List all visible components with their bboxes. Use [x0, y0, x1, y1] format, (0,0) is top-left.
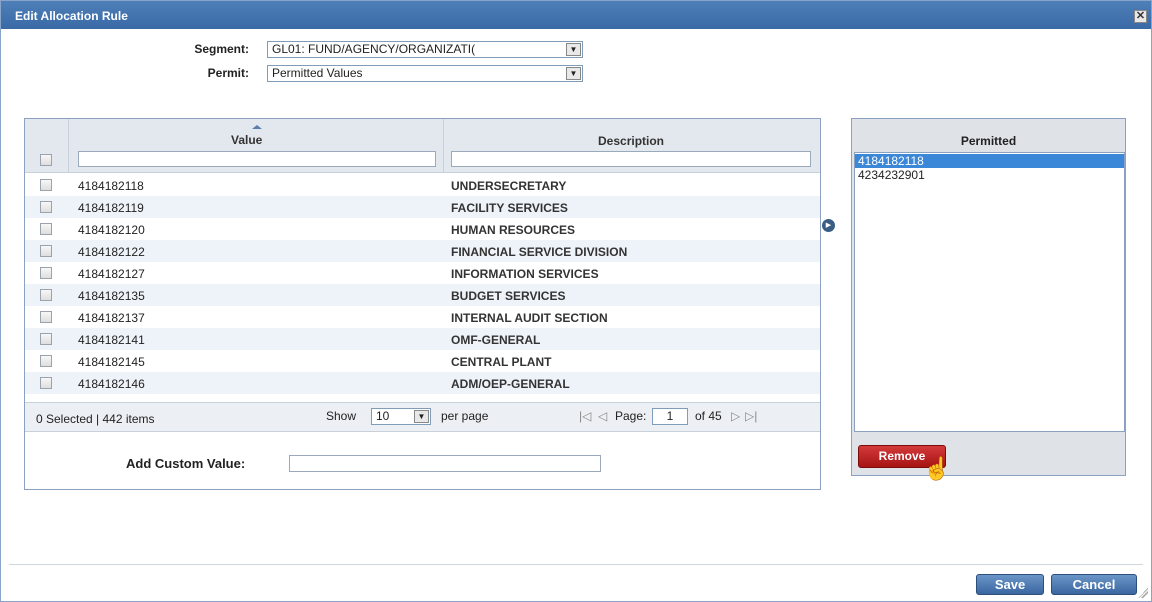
first-page-icon[interactable]: |◁: [579, 409, 591, 423]
select-all-checkbox[interactable]: [40, 154, 52, 166]
custom-value-input[interactable]: [289, 455, 601, 472]
page-label: Page:: [615, 409, 647, 423]
dialog-title: Edit Allocation Rule: [15, 9, 128, 23]
row-description: FINANCIAL SERVICE DIVISION: [451, 245, 628, 259]
column-divider: [443, 119, 444, 173]
table-row[interactable]: 4184182122 FINANCIAL SERVICE DIVISION: [25, 240, 820, 262]
row-description: BUDGET SERVICES: [451, 289, 566, 303]
row-description: CENTRAL PLANT: [451, 355, 552, 369]
column-header-description[interactable]: Description: [598, 134, 664, 148]
permitted-header: Permitted: [960, 134, 1017, 148]
per-page-label: per page: [441, 409, 489, 423]
row-description: ADM/OEP-GENERAL: [451, 377, 570, 391]
row-checkbox[interactable]: [40, 355, 52, 367]
grid-header: Value Description: [25, 119, 820, 173]
table-row[interactable]: 4184182141 OMF-GENERAL: [25, 328, 820, 350]
page-size-value: 10: [376, 409, 390, 423]
segment-select[interactable]: GL01: FUND/AGENCY/ORGANIZATI( ▼: [267, 41, 583, 58]
row-value: 4184182146: [78, 377, 145, 391]
page-number-input[interactable]: 1: [652, 408, 688, 425]
row-checkbox[interactable]: [40, 377, 52, 389]
row-value: 4184182118: [78, 179, 144, 193]
add-custom-value-label: Add Custom Value:: [126, 456, 246, 471]
row-checkbox[interactable]: [40, 333, 52, 345]
selection-summary: 0 Selected | 442 items: [36, 412, 155, 426]
row-value: 4184182135: [78, 289, 145, 303]
list-item[interactable]: 4184182118: [855, 154, 1124, 168]
close-icon[interactable]: ✕: [1134, 10, 1147, 23]
edit-allocation-rule-dialog: Edit Allocation Rule ✕ Segment: GL01: FU…: [0, 0, 1152, 602]
show-label: Show: [326, 409, 357, 423]
table-row[interactable]: 4184182145 CENTRAL PLANT: [25, 350, 820, 372]
row-value: 4184182122: [78, 245, 145, 259]
chevron-down-icon[interactable]: ▼: [414, 410, 429, 423]
row-value: 4184182137: [78, 311, 145, 325]
row-value: 4184182120: [78, 223, 145, 237]
row-checkbox[interactable]: [40, 311, 52, 323]
footer-divider: [9, 564, 1143, 565]
resize-grip-icon[interactable]: [1138, 588, 1148, 598]
dialog-titlebar: Edit Allocation Rule ✕: [1, 1, 1151, 29]
page-count: of 45: [695, 409, 722, 423]
chevron-down-icon[interactable]: ▼: [566, 43, 581, 56]
next-page-icon[interactable]: ▷: [731, 409, 740, 423]
row-checkbox[interactable]: [40, 289, 52, 301]
hand-pointer-icon: ☝: [923, 456, 951, 481]
row-checkbox[interactable]: [40, 223, 52, 235]
row-description: HUMAN RESOURCES: [451, 223, 576, 237]
table-row[interactable]: 4184182120 HUMAN RESOURCES: [25, 218, 820, 240]
previous-page-icon[interactable]: ◁: [598, 409, 607, 423]
list-item[interactable]: 4234232901: [855, 168, 1124, 182]
table-row[interactable]: 4184182137 INTERNAL AUDIT SECTION: [25, 306, 820, 328]
table-row[interactable]: 4184182135 BUDGET SERVICES: [25, 284, 820, 306]
row-checkbox[interactable]: [40, 201, 52, 213]
permitted-panel: Permitted 4184182118 4234232901: [851, 118, 1126, 476]
column-divider: [68, 119, 69, 173]
pagination-bar: 0 Selected | 442 items Show 10 ▼ per pag…: [25, 402, 820, 432]
row-checkbox[interactable]: [40, 179, 52, 191]
segment-label: Segment:: [194, 42, 249, 56]
cancel-button[interactable]: Cancel: [1051, 574, 1137, 595]
row-description: UNDERSECRETARY: [451, 179, 567, 193]
values-grid: Value Description 4184182118 UNDERSECRET…: [24, 118, 821, 490]
permit-label: Permit:: [207, 66, 249, 80]
table-row[interactable]: 4184182118 UNDERSECRETARY: [25, 174, 820, 196]
row-value: 4184182119: [78, 201, 144, 215]
permit-value: Permitted Values: [272, 66, 363, 80]
table-row[interactable]: 4184182146 ADM/OEP-GENERAL: [25, 372, 820, 394]
table-row[interactable]: 4184182119 FACILITY SERVICES: [25, 196, 820, 218]
permitted-list[interactable]: 4184182118 4234232901: [854, 152, 1125, 432]
value-filter-input[interactable]: [78, 151, 436, 167]
row-checkbox[interactable]: [40, 245, 52, 257]
row-description: INTERNAL AUDIT SECTION: [451, 311, 608, 325]
row-description: FACILITY SERVICES: [451, 201, 568, 215]
sort-ascending-icon[interactable]: [252, 125, 262, 129]
segment-value: GL01: FUND/AGENCY/ORGANIZATI(: [272, 42, 476, 56]
description-filter-input[interactable]: [451, 151, 811, 167]
permit-select[interactable]: Permitted Values ▼: [267, 65, 583, 82]
last-page-icon[interactable]: ▷|: [745, 409, 757, 423]
row-value: 4184182127: [78, 267, 145, 281]
arrow-right-circle-icon[interactable]: ▶: [822, 219, 835, 232]
row-checkbox[interactable]: [40, 267, 52, 279]
row-value: 4184182145: [78, 355, 145, 369]
save-button[interactable]: Save: [976, 574, 1044, 595]
row-description: OMF-GENERAL: [451, 333, 541, 347]
row-description: INFORMATION SERVICES: [451, 267, 599, 281]
page-size-select[interactable]: 10 ▼: [371, 408, 431, 425]
row-value: 4184182141: [78, 333, 145, 347]
column-header-value[interactable]: Value: [231, 133, 262, 147]
chevron-down-icon[interactable]: ▼: [566, 67, 581, 80]
table-row[interactable]: 4184182127 INFORMATION SERVICES: [25, 262, 820, 284]
